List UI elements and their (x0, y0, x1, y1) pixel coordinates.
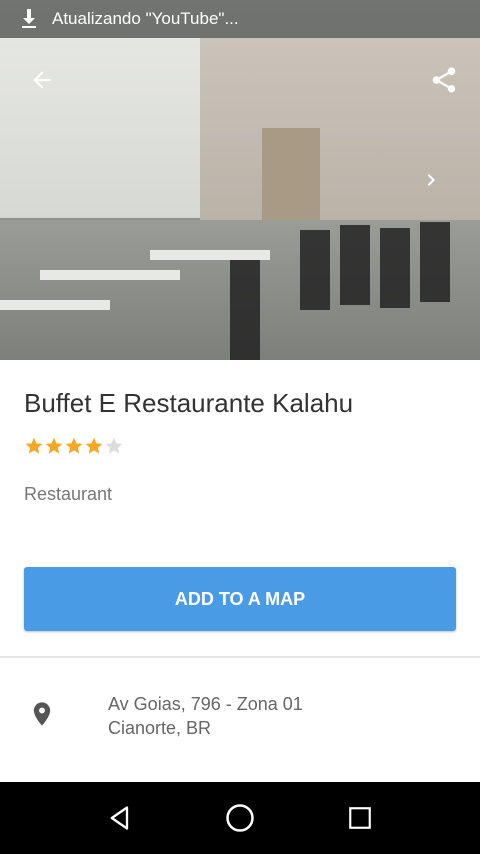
photo-chair (340, 225, 370, 305)
photo-table (40, 270, 180, 280)
location-pin-icon (28, 698, 56, 730)
photo-table (150, 250, 270, 260)
download-icon (18, 6, 40, 32)
star-empty-icon (104, 436, 124, 456)
photo-table (0, 300, 110, 310)
address-line-2: Cianorte, BR (108, 718, 212, 738)
nav-recents-icon (349, 807, 371, 829)
share-icon (432, 67, 456, 93)
address-line-1: Av Goias, 796 - Zona 01 (108, 694, 303, 714)
address[interactable]: Av Goias, 796 - Zona 01 Cianorte, BR (108, 692, 303, 740)
photo-chair (230, 260, 260, 360)
navigation-bar (0, 782, 480, 854)
place-category: Restaurant (24, 484, 113, 504)
back-button[interactable] (22, 60, 62, 100)
place-photo[interactable] (0, 0, 480, 360)
nav-home-button[interactable] (218, 798, 262, 838)
chevron-right-icon (427, 174, 435, 186)
photo-chair (420, 222, 450, 302)
status-text: Atualizando "YouTube"... (52, 9, 239, 28)
nav-back-button[interactable] (98, 798, 142, 838)
star-filled-icon (84, 436, 104, 456)
star-filled-icon (24, 436, 44, 456)
photo-chair (300, 230, 330, 310)
add-to-map-button[interactable]: ADD TO A MAP (24, 567, 456, 631)
nav-home-icon (226, 804, 254, 832)
nav-recents-button[interactable] (338, 798, 382, 838)
star-filled-icon (64, 436, 84, 456)
rating-stars (24, 436, 124, 456)
next-photo-button[interactable] (411, 160, 451, 200)
star-filled-icon (44, 436, 64, 456)
share-button[interactable] (424, 60, 464, 100)
arrow-back-icon (33, 71, 51, 89)
nav-back-icon (110, 806, 129, 830)
photo-chair (380, 228, 410, 308)
status-bar: Atualizando "YouTube"... (0, 0, 480, 38)
divider (0, 656, 480, 658)
place-name: Buffet E Restaurante Kalahu (24, 388, 354, 418)
